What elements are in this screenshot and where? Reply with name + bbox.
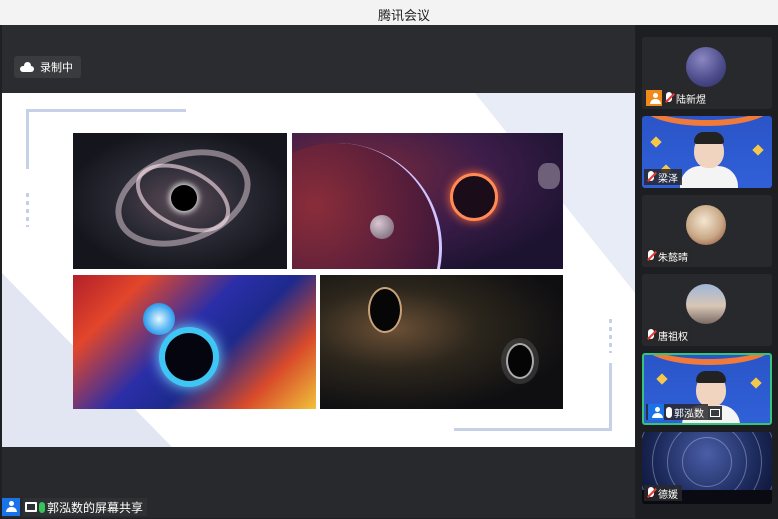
- recording-label: 录制中: [40, 62, 73, 74]
- participant-tile[interactable]: 唐祖权: [642, 274, 772, 346]
- mic-muted-icon: [646, 250, 656, 262]
- user-icon: [2, 498, 20, 516]
- participant-tile[interactable]: 朱懿晴: [642, 195, 772, 267]
- mic-muted-icon: [646, 329, 656, 341]
- participant-list: 陆新煜 梁泽 朱懿晴 唐祖权 郭泓数 德媛: [636, 25, 778, 519]
- participant-tile-active-speaker[interactable]: 郭泓数: [642, 353, 772, 425]
- participant-name: 朱懿晴: [658, 252, 688, 264]
- share-top-band: 录制中: [2, 25, 635, 93]
- participant-name: 梁泽: [658, 173, 678, 185]
- avatar: [686, 284, 726, 324]
- participant-label: 梁泽: [644, 169, 682, 185]
- slide-frame-line: [609, 363, 612, 431]
- participant-name: 德媛: [658, 489, 678, 501]
- slide-frame-line: [26, 109, 29, 169]
- participant-name: 唐祖权: [658, 331, 688, 343]
- host-icon: [646, 90, 662, 106]
- slide-frame-line: [454, 428, 612, 431]
- screen-share-icon: [25, 502, 37, 512]
- cloud-icon: [20, 62, 34, 72]
- participant-label: 郭泓数: [646, 404, 708, 420]
- black-hole-image-1: [73, 133, 287, 269]
- participant-label: 朱懿晴: [644, 248, 692, 264]
- mic-muted-icon: [664, 92, 674, 104]
- mic-muted-icon: [646, 171, 656, 183]
- participant-label: 陆新煜: [644, 90, 710, 106]
- black-hole-image-2: [292, 133, 563, 269]
- participant-name: 陆新煜: [676, 94, 706, 106]
- slide-dots: [26, 193, 29, 227]
- avatar: [686, 205, 726, 245]
- recording-indicator[interactable]: 录制中: [14, 56, 81, 78]
- participant-tile[interactable]: 德媛: [642, 432, 772, 504]
- microphone-icon: [666, 406, 672, 418]
- participant-label: 唐祖权: [644, 327, 692, 343]
- participant-label: 德媛: [644, 485, 682, 501]
- participant-name: 郭泓数: [674, 408, 704, 420]
- share-info-pill: 郭泓数的屏幕共享: [23, 498, 148, 516]
- microphone-icon: [39, 501, 45, 513]
- participant-tile[interactable]: 梁泽: [642, 116, 772, 188]
- user-icon: [648, 404, 664, 420]
- slide-frame-line: [26, 109, 186, 112]
- title-bar: 腾讯会议: [0, 0, 778, 25]
- screen-share-icon: [708, 406, 722, 420]
- presentation-slide: [2, 93, 635, 447]
- black-hole-image-4: [320, 275, 563, 409]
- share-owner-label: 郭泓数的屏幕共享: [47, 500, 144, 515]
- black-hole-image-3: [73, 275, 316, 409]
- slide-dots: [609, 319, 612, 353]
- window-title: 腾讯会议: [377, 8, 430, 23]
- avatar: [686, 47, 726, 87]
- shared-screen-area: 录制中 郭泓数的屏幕共享: [2, 25, 635, 518]
- participant-tile[interactable]: 陆新煜: [642, 37, 772, 109]
- mic-muted-icon: [646, 487, 656, 499]
- screen-share-label-bar: 郭泓数的屏幕共享: [2, 497, 148, 517]
